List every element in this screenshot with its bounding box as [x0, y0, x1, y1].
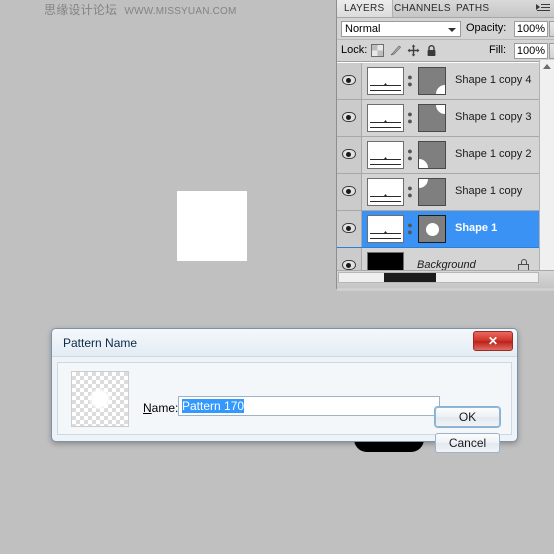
pattern-name-dialog: Pattern Name ✕ Name: Pattern 170 OK Canc…	[51, 328, 518, 453]
pattern-preview-thumbnail	[71, 371, 129, 427]
layer-name: Shape 1 copy 3	[455, 111, 532, 123]
blend-mode-select[interactable]: Normal	[341, 21, 461, 37]
opacity-label: Opacity:	[466, 22, 507, 34]
link-icon[interactable]: ● ●	[406, 184, 414, 200]
layer-thumbnail[interactable]	[367, 104, 404, 132]
vector-mask-thumbnail[interactable]	[418, 104, 446, 132]
panel-menu-icon[interactable]	[536, 4, 550, 14]
table-row[interactable]: ● ● Shape 1 copy	[337, 174, 554, 211]
watermark-chinese: 思缘设计论坛	[44, 3, 118, 17]
eye-icon	[342, 112, 356, 122]
vector-mask-thumbnail[interactable]	[418, 67, 446, 95]
fill-stepper[interactable]	[549, 43, 554, 59]
vector-mask-thumbnail[interactable]	[418, 215, 446, 243]
fill-label: Fill:	[489, 44, 507, 56]
eye-icon	[342, 260, 356, 270]
dialog-body: Name: Pattern 170 OK Cancel	[57, 362, 512, 453]
lock-all-icon[interactable]	[425, 44, 438, 57]
name-label-mnemonic: N	[143, 401, 152, 415]
layer-visibility-toggle[interactable]	[337, 174, 362, 210]
layer-visibility-toggle[interactable]	[337, 211, 362, 247]
tab-layers[interactable]: LAYERS	[337, 0, 393, 17]
layer-thumbnail[interactable]	[367, 215, 404, 243]
layer-visibility-toggle[interactable]	[337, 63, 362, 99]
table-row[interactable]: ● ● Shape 1 copy 4	[337, 63, 554, 100]
table-row[interactable]: ● ● Shape 1 copy 2	[337, 137, 554, 174]
layer-name: Shape 1 copy	[455, 185, 523, 197]
layer-thumbnail[interactable]	[367, 67, 404, 95]
tab-paths[interactable]: PATHS	[449, 0, 496, 17]
scrollbar-thumb[interactable]	[384, 273, 436, 282]
layer-name: Shape 1 copy 2	[455, 148, 532, 160]
link-icon[interactable]: ● ●	[406, 147, 414, 163]
layer-list: ● ● Shape 1 copy 4 ● ● Shape 1 copy 3 ● …	[337, 62, 554, 291]
layer-thumbnail[interactable]	[367, 178, 404, 206]
close-icon[interactable]: ✕	[473, 331, 513, 351]
blend-mode-value: Normal	[345, 23, 381, 35]
lock-position-icon[interactable]	[407, 44, 420, 57]
layer-name: Shape 1 copy 4	[455, 74, 532, 86]
document-canvas	[177, 191, 424, 452]
layer-visibility-toggle[interactable]	[337, 137, 362, 173]
table-row[interactable]: ● ● Shape 1 copy 3	[337, 100, 554, 137]
layer-visibility-toggle[interactable]	[337, 100, 362, 136]
blend-mode-row: Normal Opacity: 100%	[337, 18, 554, 40]
opacity-stepper[interactable]	[549, 21, 554, 37]
fill-input[interactable]: 100%	[514, 43, 548, 59]
cancel-button[interactable]: Cancel	[435, 433, 500, 453]
eye-icon	[342, 223, 356, 233]
name-input-value: Pattern 170	[182, 399, 245, 413]
name-label: Name:	[143, 401, 178, 415]
horizontal-scrollbar[interactable]	[338, 272, 539, 283]
ok-button[interactable]: OK	[435, 407, 500, 427]
name-input[interactable]: Pattern 170	[178, 396, 440, 416]
layer-name: Shape 1	[455, 222, 498, 234]
lock-row: Lock: Fill: 100%	[337, 40, 554, 62]
lock-image-pixels-icon[interactable]	[389, 44, 402, 57]
vector-mask-thumbnail[interactable]	[418, 141, 446, 169]
eye-icon	[342, 186, 356, 196]
dialog-titlebar[interactable]: Pattern Name ✕	[52, 329, 517, 357]
chevron-down-icon	[448, 28, 456, 32]
opacity-input[interactable]: 100%	[514, 21, 548, 37]
panel-tabbar: LAYERS CHANNELS PATHS	[337, 0, 554, 18]
lock-label: Lock:	[341, 44, 368, 56]
tab-channels[interactable]: CHANNELS	[387, 0, 458, 17]
table-row[interactable]: ● ● Shape 1	[337, 211, 554, 248]
dialog-title: Pattern Name	[63, 336, 138, 350]
link-icon[interactable]: ● ●	[406, 73, 414, 89]
panel-footer	[337, 270, 554, 288]
vertical-scrollbar[interactable]	[539, 60, 554, 271]
watermark-url: WWW.MISSYUAN.COM	[124, 6, 237, 17]
eye-icon	[342, 149, 356, 159]
scroll-up-arrow-icon[interactable]	[543, 64, 551, 69]
link-icon[interactable]: ● ●	[406, 110, 414, 126]
name-label-rest: ame:	[151, 401, 179, 415]
layers-panel: LAYERS CHANNELS PATHS Normal Opacity: 10…	[336, 0, 554, 291]
vector-mask-thumbnail[interactable]	[418, 178, 446, 206]
lock-transparent-pixels-icon[interactable]	[371, 44, 384, 57]
link-icon[interactable]: ● ●	[406, 221, 414, 237]
watermark: 思缘设计论坛 WWW.MISSYUAN.COM	[44, 1, 237, 18]
layer-thumbnail[interactable]	[367, 141, 404, 169]
eye-icon	[342, 75, 356, 85]
